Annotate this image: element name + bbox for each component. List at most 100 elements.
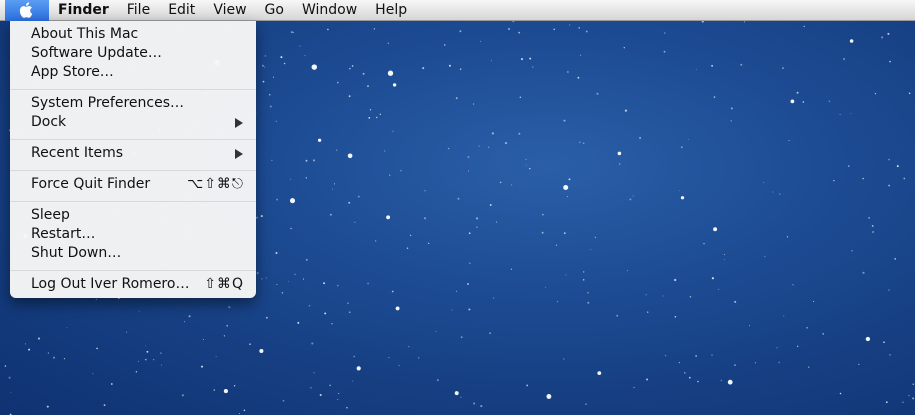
star [577, 76, 580, 79]
star [689, 295, 692, 298]
menu-edit[interactable]: Edit [159, 0, 204, 21]
menu-item-software-update[interactable]: Software Update… [10, 44, 256, 63]
star [266, 316, 268, 319]
star [422, 67, 425, 70]
star [555, 244, 558, 246]
menu-window[interactable]: Window [293, 0, 366, 21]
star [908, 92, 911, 95]
star [662, 295, 664, 297]
star [96, 347, 98, 350]
menu-item-app-store[interactable]: App Store… [10, 63, 256, 82]
menu-item-label: System Preferences… [31, 95, 184, 111]
star [337, 399, 339, 401]
star [525, 164, 527, 166]
star [424, 190, 426, 192]
star [47, 352, 50, 354]
star [872, 230, 875, 234]
star [261, 278, 263, 280]
star [288, 280, 289, 282]
star [28, 348, 31, 351]
star [447, 147, 450, 150]
star [269, 93, 271, 96]
star [46, 405, 49, 408]
star [255, 216, 258, 219]
star [491, 132, 494, 135]
star [329, 384, 331, 387]
menu-item-about-this-mac[interactable]: About This Mac [10, 25, 256, 44]
star [276, 284, 278, 285]
star [510, 268, 512, 270]
star [223, 389, 228, 394]
star [566, 196, 568, 198]
menu-finder[interactable]: Finder [49, 0, 118, 21]
star [851, 249, 853, 252]
star [720, 379, 722, 382]
star [888, 184, 891, 187]
star [802, 101, 805, 103]
star [271, 159, 273, 162]
star [473, 402, 476, 405]
star [888, 158, 890, 161]
star [354, 221, 356, 223]
star [645, 294, 647, 296]
star [541, 231, 544, 234]
menu-go[interactable]: Go [256, 0, 293, 21]
star [868, 217, 870, 219]
star [688, 376, 691, 379]
star [145, 345, 147, 347]
menu-item-label: Shut Down… [31, 245, 122, 261]
menu-item-shut-down[interactable]: Shut Down… [10, 244, 256, 263]
star [388, 356, 390, 359]
star [568, 178, 571, 181]
star [256, 272, 259, 275]
menu-item-sleep[interactable]: Sleep [10, 206, 256, 225]
star [467, 156, 470, 158]
star [233, 385, 236, 387]
star [475, 217, 479, 220]
apple-menu-button[interactable] [5, 0, 49, 21]
menu-view[interactable]: View [204, 0, 255, 21]
star [280, 56, 283, 59]
star [181, 394, 184, 397]
menu-separator [10, 270, 256, 271]
menu-item-dock[interactable]: Dock [10, 113, 256, 132]
star [376, 116, 378, 119]
menu-item-system-preferences[interactable]: System Preferences… [10, 94, 256, 113]
star [488, 146, 490, 148]
star [389, 174, 391, 176]
star [519, 96, 522, 98]
star [862, 271, 865, 274]
star [392, 130, 394, 132]
star [338, 392, 340, 394]
star [332, 188, 334, 190]
star [908, 395, 910, 397]
star [24, 343, 26, 345]
star [331, 322, 333, 325]
star [290, 227, 292, 230]
star [459, 68, 462, 70]
star [511, 184, 513, 186]
star [499, 181, 502, 184]
star [259, 348, 264, 354]
menu-item-label: Software Update… [31, 45, 162, 61]
star [871, 224, 874, 227]
star [632, 195, 634, 197]
star [455, 97, 458, 99]
menu-item-restart[interactable]: Restart… [10, 225, 256, 244]
star [144, 358, 147, 361]
star [724, 258, 726, 260]
star [579, 54, 582, 56]
menu-help[interactable]: Help [366, 0, 416, 21]
star [734, 364, 736, 366]
menu-item-log-out[interactable]: Log Out Iver Romero… ⇧⌘Q [10, 275, 256, 294]
star [565, 274, 567, 276]
star [348, 201, 351, 204]
star [373, 28, 376, 30]
menu-item-force-quit[interactable]: Force Quit Finder ⌥⇧⌘⎋ [10, 175, 256, 194]
star [740, 63, 743, 66]
star [646, 378, 649, 381]
menu-item-recent-items[interactable]: Recent Items [10, 144, 256, 163]
star [525, 158, 527, 160]
star [730, 120, 732, 122]
menu-file[interactable]: File [118, 0, 159, 21]
